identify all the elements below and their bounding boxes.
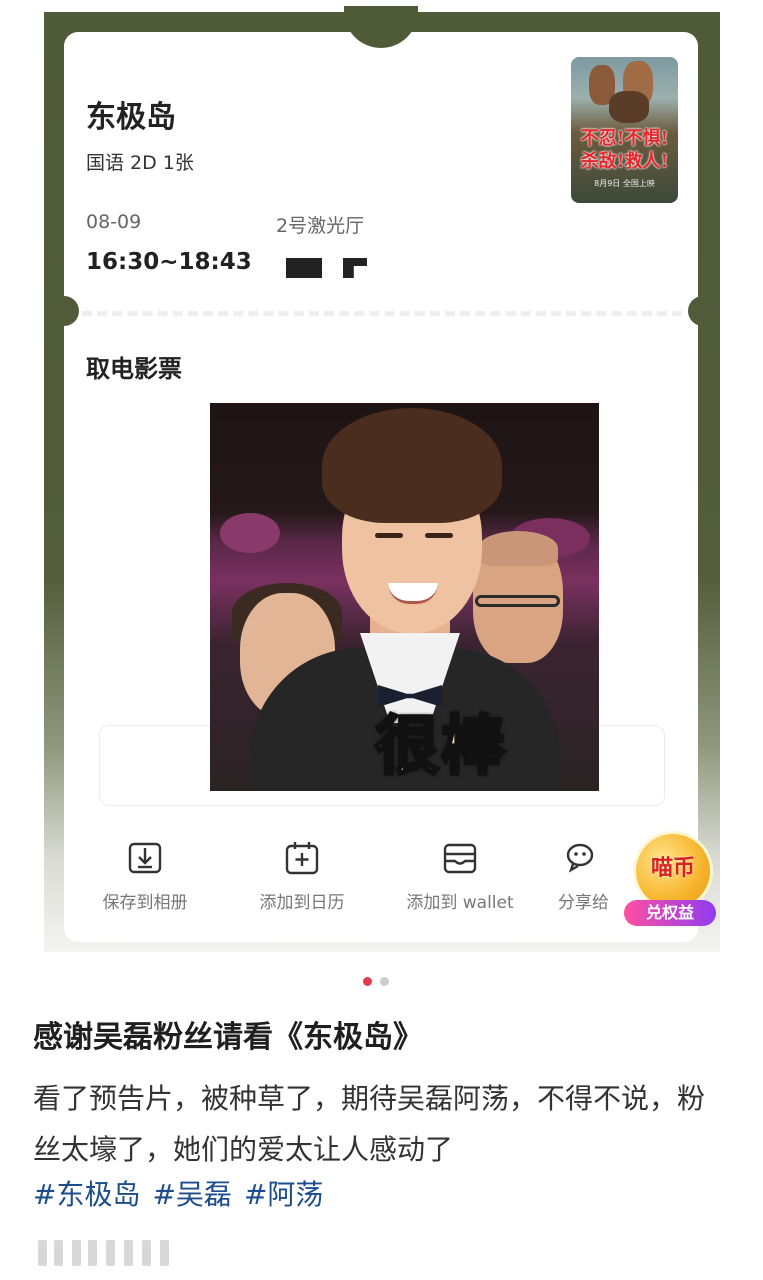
post-title: 感谢吴磊粉丝请看《东极岛》 bbox=[33, 1020, 423, 1055]
poster-tagline: 不忍!不惧! 杀敌!救人! bbox=[573, 127, 676, 173]
calendar-add-icon bbox=[285, 842, 319, 875]
wechat-icon bbox=[566, 843, 594, 873]
hashtag-link[interactable]: #东极岛 bbox=[33, 1178, 140, 1211]
poster-tagline-line1: 不忍!不惧! bbox=[580, 128, 669, 149]
glasses bbox=[475, 595, 560, 607]
add-to-wallet-button[interactable]: 添加到 wallet bbox=[395, 840, 525, 913]
eye bbox=[375, 533, 403, 538]
poster-release: 8月9日 全国上映 bbox=[594, 179, 655, 188]
ticket-notch-left bbox=[49, 296, 79, 326]
ticket-notch-right bbox=[688, 296, 718, 326]
ticket-meta: 国语 2D 1张 bbox=[86, 152, 194, 174]
poster-figure bbox=[609, 91, 649, 123]
reaction-sticker: 很棒 bbox=[210, 403, 599, 791]
show-date: 08-09 bbox=[86, 211, 142, 233]
hashtag-link[interactable]: #吴磊 bbox=[152, 1178, 231, 1211]
post-body: 看了预告片，被种草了，期待吴磊阿荡，不得不说，粉丝太壕了，她们的爱太让人感动了 bbox=[33, 1082, 706, 1166]
action-label: 添加到 wallet bbox=[406, 893, 514, 913]
poster-tagline-line2: 杀敌!救人! bbox=[580, 151, 669, 172]
audience-man-head bbox=[478, 531, 558, 566]
image-pager[interactable] bbox=[363, 971, 397, 990]
download-icon bbox=[128, 842, 162, 874]
movie-title: 东极岛 bbox=[86, 100, 176, 135]
ticket-actions: 保存到相册 添加到日历 添加到 wallet 分享给 bbox=[80, 840, 700, 920]
pager-dot[interactable] bbox=[380, 977, 389, 986]
redacted-seat bbox=[286, 258, 322, 278]
pager-dot-active[interactable] bbox=[363, 977, 372, 986]
action-label: 添加到日历 bbox=[259, 893, 345, 913]
wallet-icon bbox=[443, 843, 477, 874]
cinema-hall: 2号激光厅 bbox=[276, 215, 365, 237]
section-title: 取电影票 bbox=[86, 355, 182, 383]
coin-title: 喵币 bbox=[650, 856, 695, 881]
show-time: 16:30~18:43 bbox=[86, 249, 252, 275]
movie-poster[interactable]: 不忍!不惧! 杀敌!救人! 8月9日 全国上映 bbox=[571, 57, 678, 203]
coin-widget[interactable]: 喵币 bbox=[636, 834, 710, 908]
hashtag-link[interactable]: #阿荡 bbox=[244, 1178, 323, 1211]
coin-badge[interactable]: 兑权益 bbox=[624, 900, 716, 926]
footer-faded-text bbox=[38, 1240, 178, 1266]
crowd-blur bbox=[220, 513, 280, 553]
post-tags: #东极岛 #吴磊 #阿荡 bbox=[33, 1173, 335, 1213]
sticker-caption: 很棒 bbox=[374, 709, 507, 786]
hair bbox=[322, 408, 502, 523]
add-to-calendar-button[interactable]: 添加到日历 bbox=[237, 840, 367, 913]
action-label: 保存到相册 bbox=[102, 893, 188, 913]
ticket-divider bbox=[82, 311, 682, 316]
save-to-album-button[interactable]: 保存到相册 bbox=[80, 840, 210, 913]
eye bbox=[425, 533, 453, 538]
